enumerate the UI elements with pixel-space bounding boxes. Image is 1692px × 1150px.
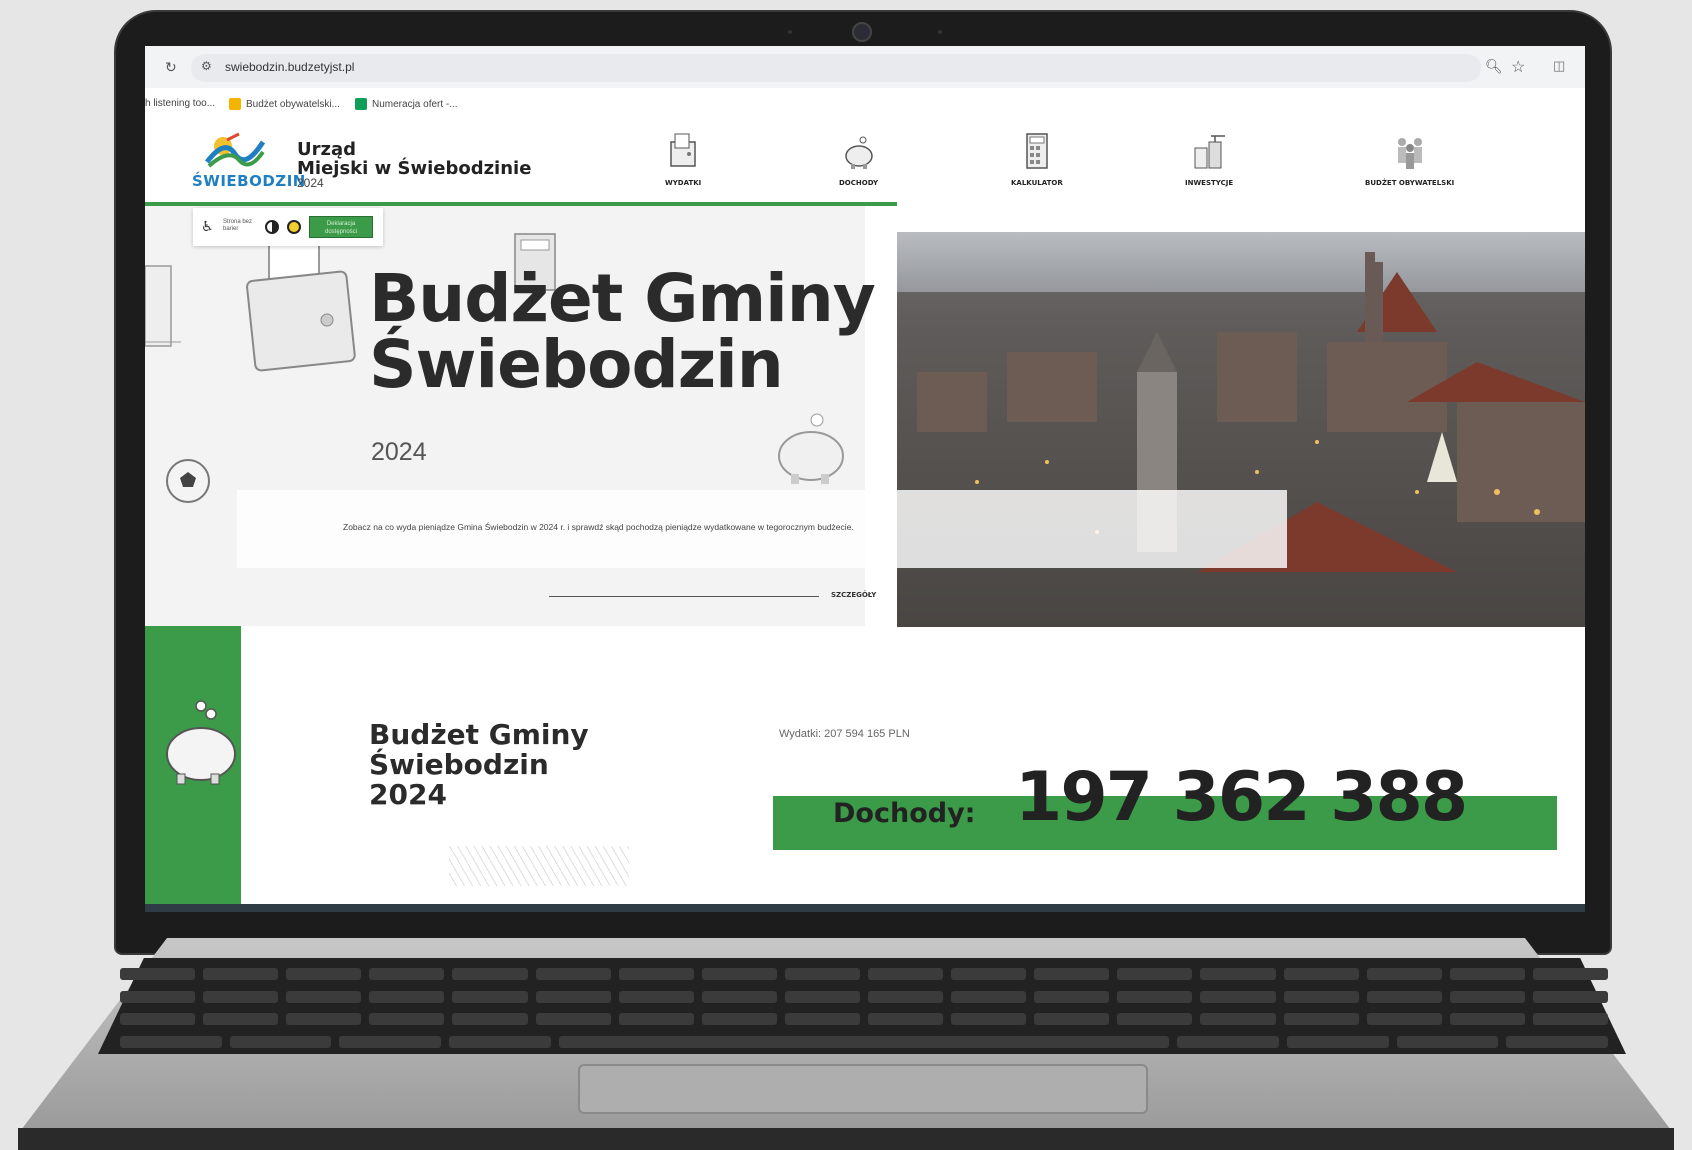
sensor-dot — [788, 30, 792, 34]
zoom-icon[interactable]: 🔍︎ — [1485, 58, 1503, 75]
wallet-illustration-icon — [246, 235, 356, 372]
bookmark-item[interactable]: h listening too... — [145, 98, 215, 109]
url-text[interactable]: swiebodzin.budzetyjst.pl — [225, 60, 354, 74]
laptop-screen: ↻ ⚙ swiebodzin.budzetyjst.pl 🔍︎ ☆ ◫ h li… — [145, 46, 1585, 912]
wheelchair-icon[interactable]: ♿︎ — [201, 218, 214, 235]
decorative-hatch — [449, 846, 629, 886]
hero-title: Budżet Gminy Świebodzin — [369, 260, 876, 403]
logo-emblem-icon[interactable] — [205, 132, 265, 168]
bookmark-favicon-icon — [229, 98, 241, 110]
nav-item-kalkulator[interactable]: KALKULATOR — [1011, 132, 1063, 187]
summary-title: Budżet Gminy Świebodzin 2024 — [369, 718, 589, 811]
nav-item-dochody[interactable]: DOCHODY — [839, 132, 878, 187]
nav-item-budzet-obywatelski[interactable]: BUDŻET OBYWATELSKI — [1365, 132, 1454, 187]
construction-icon — [1194, 135, 1226, 169]
barrier-free-link[interactable]: Strona bez barier — [223, 219, 259, 233]
piggy-bank-icon — [844, 136, 873, 169]
site-settings-icon[interactable]: ⚙ — [201, 59, 212, 73]
keyboard-keys — [120, 968, 1609, 1048]
accessibility-widget: ♿︎ Strona bez barier Deklaracja dostępno… — [193, 208, 383, 246]
bookmark-item[interactable]: Budżet obywatelski... — [229, 98, 340, 110]
webcam — [852, 22, 872, 42]
bookmarks-bar: h listening too... Budżet obywatelski...… — [145, 92, 1585, 118]
contrast-toggle-icon[interactable] — [265, 220, 279, 234]
piggy-bank-illustration-icon — [778, 413, 844, 484]
logo-gmina-text[interactable]: ŚWIEBODZIN — [192, 172, 306, 190]
calculator-icon — [1026, 133, 1048, 169]
income-value: 197 362 388 — [1015, 758, 1468, 837]
sensor-dot — [938, 30, 942, 34]
football-icon — [166, 459, 210, 503]
browser-toolbar: ↻ ⚙ swiebodzin.budzetyjst.pl 🔍︎ ☆ ◫ — [145, 46, 1585, 88]
bookmark-star-icon[interactable]: ☆ — [1511, 57, 1525, 77]
bookmark-favicon-icon — [355, 98, 367, 110]
screenshot-icon[interactable]: ◫ — [1553, 58, 1565, 74]
building-illustration-icon — [145, 265, 181, 347]
details-link[interactable]: SZCZEGÓŁY — [831, 591, 876, 599]
accessibility-declaration-button[interactable]: Deklaracja dostępności — [309, 216, 373, 238]
reload-icon[interactable]: ↻ — [165, 59, 177, 76]
income-label: Dochody: — [833, 798, 976, 829]
hero-year: 2024 — [371, 438, 427, 466]
logo-title[interactable]: Urząd Miejski w Świebodzinie — [297, 140, 531, 178]
wallet-icon — [670, 133, 696, 167]
trackpad — [578, 1064, 1148, 1114]
expenses-total: Wydatki: 207 594 165 PLN — [779, 728, 910, 740]
nav-item-wydatki[interactable]: WYDATKI — [665, 132, 701, 187]
address-bar[interactable] — [191, 54, 1481, 82]
hero-description: Zobacz na co wyda pieniądze Gmina Świebo… — [343, 522, 854, 532]
yellow-contrast-toggle-icon[interactable] — [287, 220, 301, 234]
screen-bottom-bar — [145, 904, 1585, 912]
logo-year: 2024 — [297, 176, 324, 190]
details-divider — [549, 596, 819, 597]
people-icon — [1397, 138, 1422, 169]
piggy-bank-coin-icon — [166, 700, 236, 785]
laptop-base-edge — [18, 1128, 1674, 1150]
bookmark-item[interactable]: Numeracja ofert -... — [355, 98, 458, 110]
nav-item-inwestycje[interactable]: INWESTYCJE — [1185, 132, 1233, 187]
